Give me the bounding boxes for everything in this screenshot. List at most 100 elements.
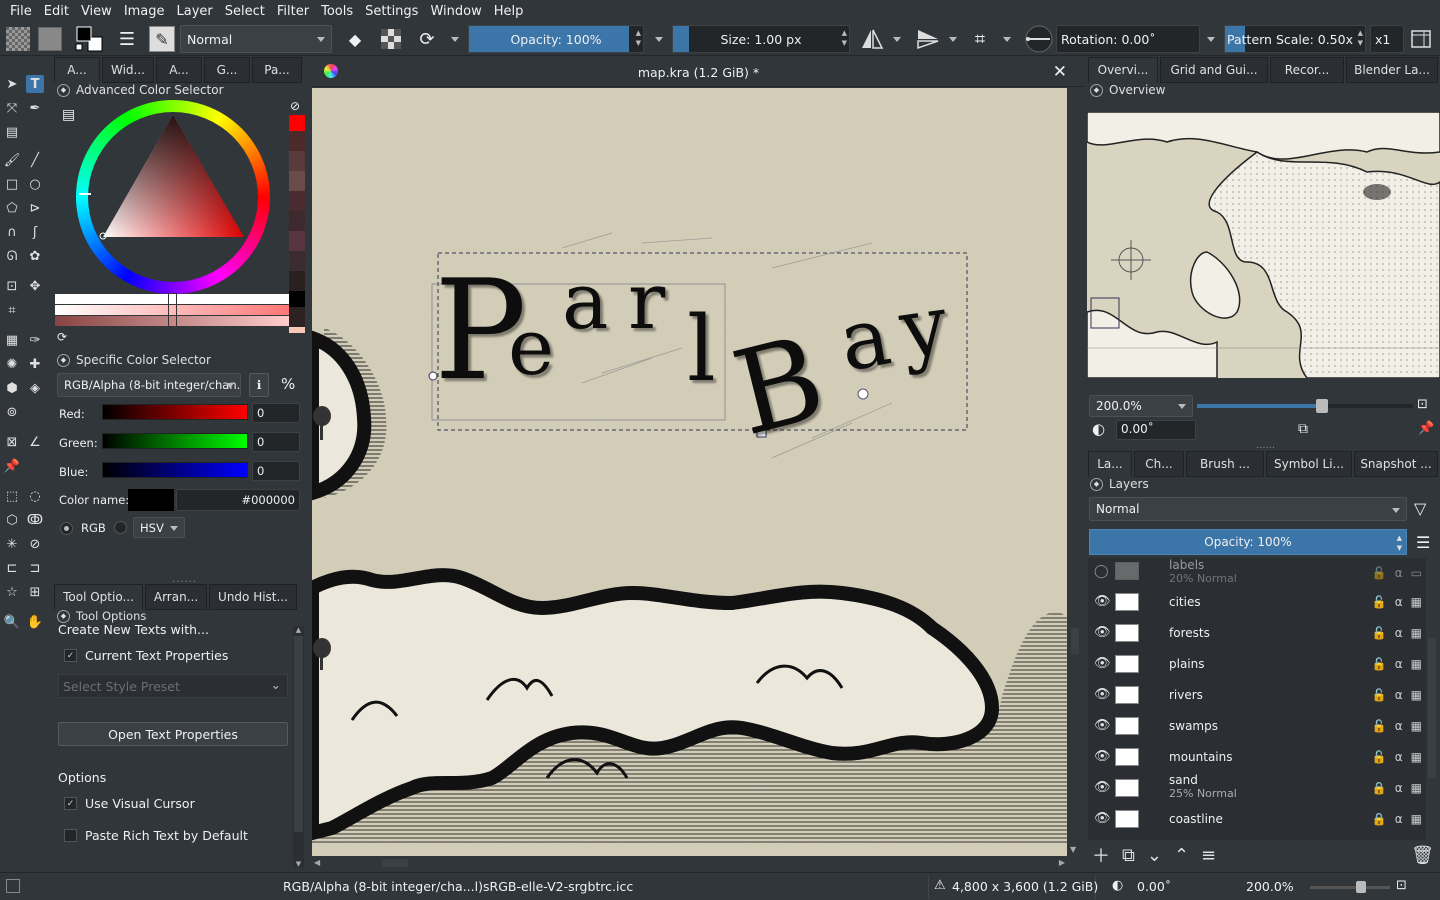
canvas[interactable]: P e a r l B a y [312,88,1067,856]
layer-row-swamps[interactable]: 👁 swamps 🔓 α ▦ [1088,710,1426,741]
history-swatch[interactable] [289,191,305,211]
polygon-tool-icon[interactable]: ⬠ [3,199,21,217]
tab-g[interactable]: G... [204,57,250,83]
layer-opacity-slider[interactable]: Opacity: 100% ▲ ▼ [1089,529,1407,555]
inherit-alpha-icon[interactable]: ▦ [1411,626,1422,640]
current-text-properties-checkbox[interactable]: ✓ Current Text Properties [64,648,228,663]
menu-select[interactable]: Select [219,4,271,19]
scrollbar-thumb[interactable] [382,859,408,867]
tab-symbol-libraries[interactable]: Symbol Li... [1266,451,1352,477]
move-tool-icon[interactable]: ✥ [26,277,44,295]
slider-handle[interactable] [1356,881,1367,893]
mirror-horizontal-icon[interactable] [858,25,886,53]
lock-icon[interactable]: 🔓 [1372,626,1387,640]
add-layer-icon[interactable]: ＋ [1092,842,1110,868]
history-swatch[interactable] [289,307,305,327]
polyline-tool-icon[interactable]: ⊳ [26,199,44,217]
duplicate-layer-icon[interactable]: ⧉ [1122,845,1135,866]
brush-settings-icon[interactable]: ☰ [114,25,140,53]
mirror-view-icon[interactable]: ⧉ [1298,421,1308,437]
mirror-vertical-icon[interactable] [914,25,942,53]
brush-preset-icon[interactable]: ✎ [148,25,176,53]
line-tool-icon[interactable]: ╱ [26,151,44,169]
similar-color-select-icon[interactable]: ☆ [3,583,21,601]
slider-handle[interactable] [1316,399,1329,413]
eraser-icon[interactable]: ◆ [342,25,368,53]
close-document-icon[interactable]: ✕ [1053,62,1067,82]
tab-tool-options[interactable]: Tool Optio... [54,584,143,610]
measure-tool-icon[interactable]: ⊠ [3,433,21,451]
alpha-lock-icon[interactable]: α [1395,781,1403,795]
overview-rotation-field[interactable]: 0.00˚ [1116,420,1196,440]
dock-float-icon[interactable]: ◆ [57,83,70,97]
text-tool-icon[interactable]: T [26,75,44,93]
rect-select-tool-icon[interactable]: ⬚ [3,487,21,505]
colorize-mask-tool-icon[interactable]: ✺ [3,355,21,373]
tab-channels[interactable]: Ch... [1134,451,1184,477]
history-swatch[interactable] [289,131,305,151]
history-swatch[interactable] [289,271,305,291]
lock-icon[interactable]: 🔒 [1372,812,1387,826]
hsv-select[interactable]: HSV [133,517,185,538]
bezier-select-tool-icon[interactable]: ⊏ [3,559,21,577]
tab-a[interactable]: A... [156,57,202,83]
visibility-icon[interactable]: 👁 [1094,811,1111,826]
dock-float-icon[interactable]: ◆ [1090,83,1103,97]
refresh-color-icon[interactable]: ⟳ [57,330,67,344]
freehand-select-tool-icon[interactable]: ↂ [26,511,44,529]
rgb-radio[interactable]: RGB [60,521,106,535]
dynamic-brush-tool-icon[interactable]: ᘏ [3,247,21,265]
dock-layout-icon[interactable] [1408,25,1434,53]
history-swatch[interactable] [289,251,305,271]
scrollbar-thumb[interactable] [294,636,303,832]
mirror-v-dropdown-icon[interactable] [946,25,960,53]
enclose-fill-tool-icon[interactable]: ◈ [26,379,44,397]
magnetic-select-tool-icon[interactable]: ⊐ [26,559,44,577]
bezier-tool-icon[interactable]: ∩ [3,223,21,241]
tab-undo-history[interactable]: Undo Hist... [209,584,297,610]
status-zoom-slider[interactable] [1310,881,1390,893]
gradient-preset-icon[interactable] [4,25,32,53]
history-swatch[interactable] [289,291,305,307]
inherit-alpha-icon[interactable]: ▦ [1411,657,1422,671]
hex-input[interactable]: #000000 [176,489,300,511]
tab-snapshot[interactable]: Snapshot ... [1354,451,1438,477]
brush-status-icon[interactable] [6,879,20,893]
visibility-icon[interactable]: 👁 [1094,687,1111,702]
pattern-scale-slider[interactable]: Pattern Scale: 0.50x ▲ ▼ [1224,25,1366,53]
rotation-dial-icon[interactable]: ◐ [1092,420,1105,438]
rotation-dropdown-icon[interactable] [1204,25,1218,53]
green-input[interactable]: 0 [252,432,300,452]
lock-icon[interactable]: 🔓 [1372,657,1387,671]
inherit-alpha-icon[interactable]: ▦ [1411,812,1422,826]
opacity-dropdown-icon[interactable] [652,25,666,53]
tab-brush[interactable]: Brush ... [1186,451,1264,477]
visibility-icon[interactable]: 👁 [1094,594,1111,609]
ellipse-select-tool-icon[interactable]: ◌ [26,487,44,505]
inherit-alpha-icon[interactable]: ▦ [1411,688,1422,702]
layer-properties-icon[interactable]: ≡ [1201,845,1216,866]
menu-help[interactable]: Help [488,4,530,19]
scrollbar-thumb[interactable] [1071,628,1079,654]
history-swatch[interactable] [289,115,305,131]
delete-layer-icon[interactable]: 🗑 [1411,845,1434,866]
blue-input[interactable]: 0 [252,461,300,481]
clear-color-icon[interactable]: ⊘ [290,99,300,113]
color-settings-icon[interactable]: ▤ [62,107,75,123]
visibility-icon[interactable]: 👁 [1094,625,1111,640]
contiguous-select-tool-icon[interactable]: ✳ [3,535,21,553]
color-info-icon[interactable]: ℹ [249,373,269,397]
lock-icon[interactable]: 🔓 [1372,566,1387,580]
freehand-brush-tool-icon[interactable]: 🖌 [3,151,21,169]
smart-patch-tool-icon[interactable]: ✚ [26,355,44,373]
layer-row-sand[interactable]: 👁 sand 25% Normal 🔒 α ▦ [1088,772,1426,803]
ellipse-tool-icon[interactable]: ○ [26,175,44,193]
fit-to-view-icon[interactable]: ⊡ [1396,878,1407,893]
alpha-lock-icon[interactable]: α [1395,812,1403,826]
pin-icon[interactable]: 📌 [1418,421,1434,436]
layers-scrollbar[interactable] [1426,558,1438,840]
wrap-around-icon[interactable]: ⌗ [966,25,994,53]
alpha-lock-icon[interactable]: α [1395,750,1403,764]
inherit-alpha-icon[interactable]: ▦ [1411,750,1422,764]
fit-view-icon[interactable]: ⊡ [1417,397,1428,412]
